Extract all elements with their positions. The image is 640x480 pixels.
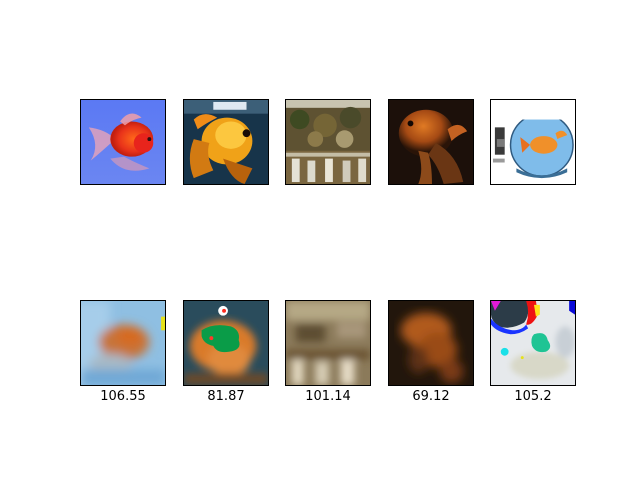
score-label-5: 105.2 — [514, 389, 552, 404]
goldfish-image — [184, 100, 268, 184]
goldfish-image — [81, 100, 165, 184]
reconstruction-image-4 — [388, 300, 474, 386]
original-image-4 — [388, 99, 474, 185]
reconstruction-image-2 — [183, 300, 269, 386]
blurred-goldfish-image — [389, 301, 473, 385]
reconstruction-image-3 — [285, 300, 371, 386]
goldfish-image — [389, 100, 473, 184]
outdoor-scene-image — [286, 100, 370, 184]
original-image-1 — [80, 99, 166, 185]
blurred-outdoor-scene-image — [286, 301, 370, 385]
score-label-3: 101.14 — [305, 389, 351, 404]
noisy-bowl-reconstruction-image — [491, 301, 575, 385]
reconstruction-image-5 — [490, 300, 576, 386]
original-image-3 — [285, 99, 371, 185]
original-image-5 — [490, 99, 576, 185]
score-label-1: 106.55 — [100, 389, 146, 404]
original-image-2 — [183, 99, 269, 185]
reconstruction-image-1 — [80, 300, 166, 386]
blurred-goldfish-image — [81, 301, 165, 385]
goldfish-with-green-patch-image — [184, 301, 268, 385]
goldfish-bowl-image — [491, 100, 575, 184]
